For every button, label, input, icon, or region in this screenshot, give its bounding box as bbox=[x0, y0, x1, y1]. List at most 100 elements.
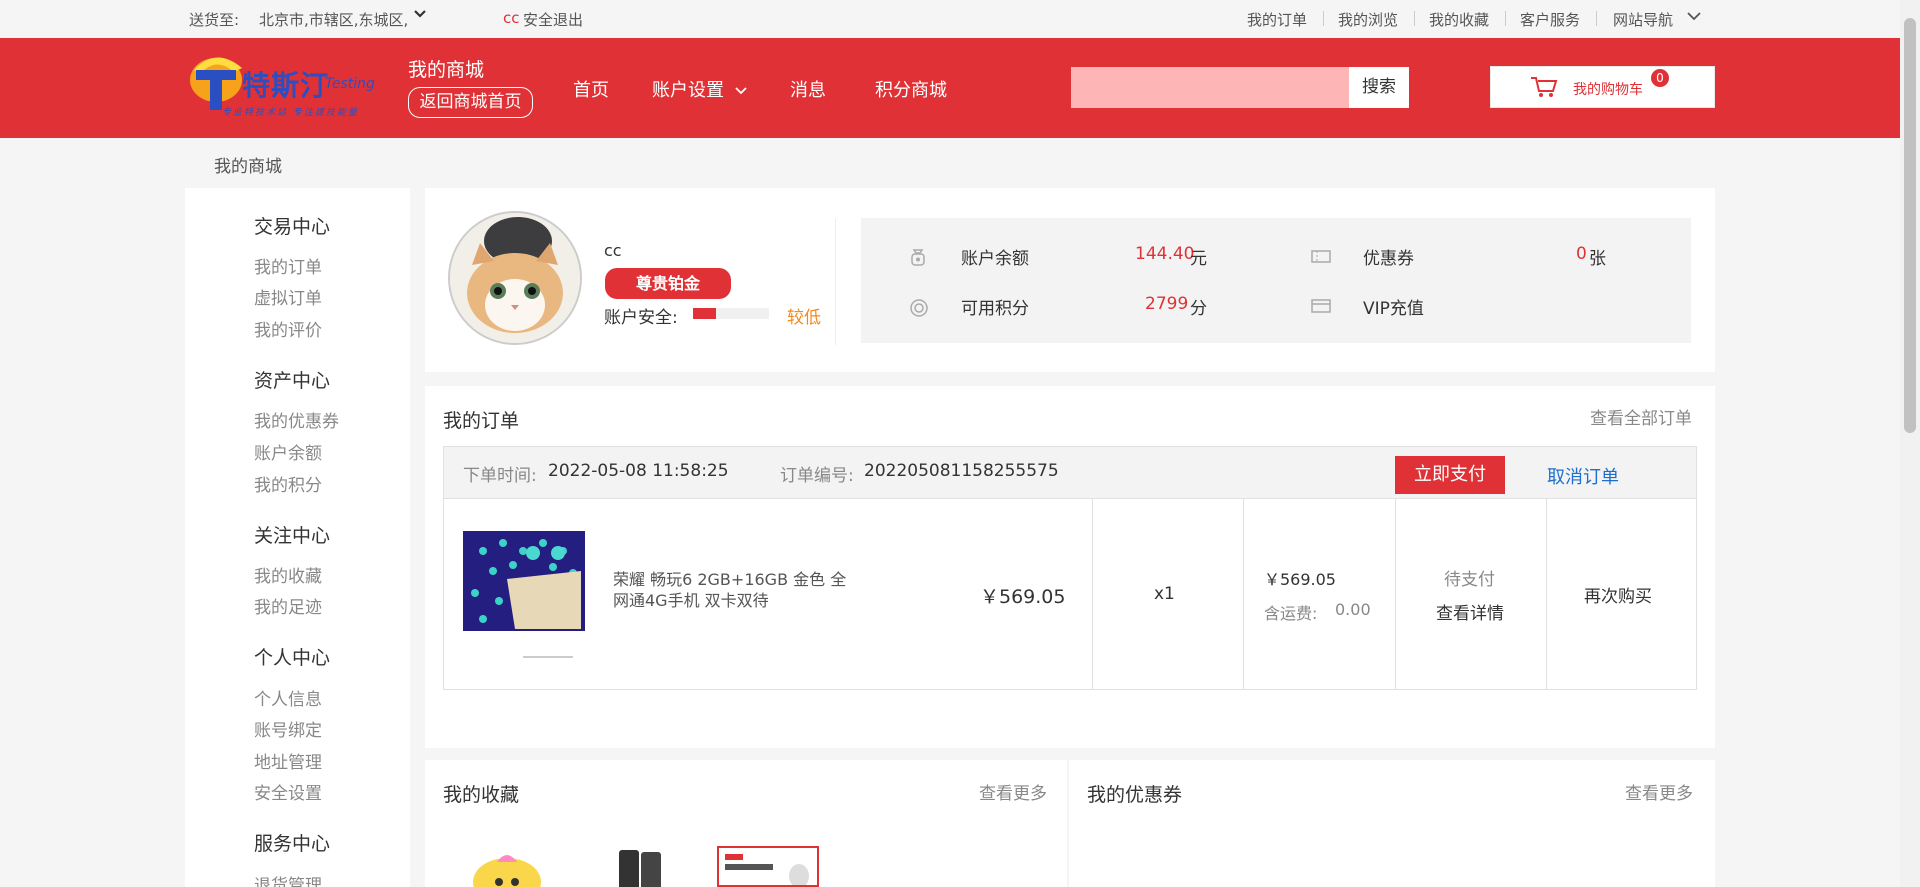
sidebar-item-my-favorites[interactable]: 我的收藏 bbox=[254, 562, 322, 587]
coupon-icon bbox=[1311, 248, 1331, 268]
coupons-more-link[interactable]: 查看更多 bbox=[1625, 779, 1693, 804]
sidebar-item-my-points[interactable]: 我的积分 bbox=[254, 471, 322, 496]
top-link-customer-service[interactable]: 客户服务 bbox=[1520, 9, 1580, 30]
unit-price: ￥569.05 bbox=[980, 586, 1066, 608]
wallet-icon bbox=[909, 247, 927, 271]
sidebar-item-my-coupons[interactable]: 我的优惠券 bbox=[254, 407, 339, 432]
product-image[interactable] bbox=[463, 531, 585, 661]
cart-count-badge: 0 bbox=[1651, 69, 1669, 87]
balance-value[interactable]: 144.40 bbox=[1135, 244, 1194, 264]
buy-again-link[interactable]: 再次购买 bbox=[1584, 582, 1652, 607]
sidebar-section-title: 资产中心 bbox=[254, 370, 331, 392]
quantity: x1 bbox=[1154, 584, 1175, 604]
sidebar-item-account-balance[interactable]: 账户余额 bbox=[254, 439, 322, 464]
cart-icon bbox=[1530, 75, 1558, 103]
security-progress-fill bbox=[693, 308, 716, 319]
balance-label: 账户余额 bbox=[961, 249, 1029, 269]
sidebar-section-title: 服务中心 bbox=[254, 833, 331, 855]
security-label: 账户安全: bbox=[604, 308, 678, 328]
logo-text: 特斯汀 bbox=[242, 69, 330, 102]
order-time-label: 下单时间: bbox=[463, 466, 537, 486]
points-icon bbox=[909, 298, 929, 322]
orders-title: 我的订单 bbox=[443, 410, 520, 432]
chevron-down-icon[interactable] bbox=[413, 7, 427, 25]
coupons-panel: 我的优惠券 查看更多 bbox=[1069, 760, 1715, 887]
site-logo[interactable]: 特斯汀 Testing 专业特技术站 专注建技能量 bbox=[186, 50, 386, 122]
order-header-row: 下单时间: 2022-05-08 11:58:25 订单编号: 20220508… bbox=[443, 446, 1697, 499]
shipping-label: 含运费: bbox=[1264, 604, 1318, 623]
top-link-my-browse[interactable]: 我的浏览 bbox=[1338, 9, 1398, 30]
my-mall-title: 我的商城 bbox=[408, 59, 485, 81]
coupons-title: 我的优惠券 bbox=[1087, 784, 1183, 806]
cart-button[interactable]: 我的购物车 0 bbox=[1490, 66, 1715, 108]
avatar[interactable] bbox=[448, 211, 582, 345]
nav-points-mall[interactable]: 积分商城 bbox=[875, 76, 947, 102]
coupon-label: 优惠券 bbox=[1363, 249, 1414, 269]
order-no-label: 订单编号: bbox=[780, 466, 854, 486]
breadcrumb: 我的商城 bbox=[214, 157, 282, 177]
security-level: 较低 bbox=[787, 308, 821, 328]
sidebar-item-my-footprints[interactable]: 我的足迹 bbox=[254, 593, 322, 618]
favorites-more-link[interactable]: 查看更多 bbox=[979, 779, 1047, 804]
chevron-down-icon[interactable] bbox=[1686, 9, 1702, 27]
back-home-button[interactable]: 返回商城首页 bbox=[408, 87, 533, 118]
order-item-row: 荣耀 畅玩6 2GB+16GB 金色 全 网通4G手机 双卡双待 ￥569.05… bbox=[443, 498, 1697, 690]
favorite-item-thumbnail[interactable] bbox=[717, 846, 819, 887]
shipping-value: 0.00 bbox=[1335, 600, 1371, 619]
sidebar-item-my-orders[interactable]: 我的订单 bbox=[254, 253, 322, 278]
card-icon bbox=[1311, 298, 1331, 318]
logo-slogan: 专业特技术站 专注建技能量 bbox=[222, 108, 359, 118]
favorites-title: 我的收藏 bbox=[443, 784, 520, 806]
scrollbar-thumb[interactable] bbox=[1904, 18, 1916, 433]
nav-home[interactable]: 首页 bbox=[573, 76, 609, 102]
sidebar-item-address-management[interactable]: 地址管理 bbox=[254, 748, 322, 773]
nav-account-settings[interactable]: 账户设置 bbox=[652, 76, 724, 102]
order-time: 2022-05-08 11:58:25 bbox=[548, 461, 729, 481]
logo-sub: Testing bbox=[325, 76, 375, 92]
sidebar-item-returns[interactable]: 退货管理 bbox=[254, 871, 322, 887]
nav-messages[interactable]: 消息 bbox=[790, 76, 826, 102]
points-label: 可用积分 bbox=[961, 299, 1029, 319]
product-name-line2[interactable]: 网通4G手机 双卡双待 bbox=[613, 587, 769, 611]
logout-link[interactable]: 安全退出 bbox=[523, 9, 583, 30]
sidebar-item-account-binding[interactable]: 账号绑定 bbox=[254, 716, 322, 741]
sidebar-item-security-settings[interactable]: 安全设置 bbox=[254, 779, 322, 804]
order-status: 待支付 bbox=[1444, 570, 1495, 590]
order-number: 202205081158255575 bbox=[864, 461, 1059, 481]
points-unit: 分 bbox=[1190, 299, 1207, 319]
view-detail-link[interactable]: 查看详情 bbox=[1436, 599, 1504, 624]
points-value[interactable]: 2799 bbox=[1145, 294, 1188, 314]
location-selector[interactable]: 北京市,市辖区,东城区, bbox=[259, 9, 408, 30]
favorites-panel: 我的收藏 查看更多 bbox=[425, 760, 1067, 887]
account-stats-box: 账户余额 144.40 元 优惠券 0 张 可用积分 2799 分 VIP充值 bbox=[861, 218, 1691, 343]
favorite-item-thumbnail[interactable] bbox=[457, 848, 557, 887]
pay-now-button[interactable]: 立即支付 bbox=[1395, 456, 1505, 494]
sidebar-item-virtual-orders[interactable]: 虚拟订单 bbox=[254, 284, 322, 309]
security-progress-bar bbox=[693, 308, 769, 319]
scrollbar-track[interactable] bbox=[1900, 0, 1920, 887]
deliver-label: 送货至: bbox=[189, 11, 240, 29]
order-total: ￥569.05 bbox=[1264, 570, 1336, 589]
member-level-badge: 尊贵铂金 bbox=[605, 268, 731, 299]
sidebar-section-title: 交易中心 bbox=[254, 216, 331, 238]
cancel-order-link[interactable]: 取消订单 bbox=[1547, 463, 1619, 489]
coupon-value[interactable]: 0 bbox=[1576, 244, 1587, 264]
view-all-orders-link[interactable]: 查看全部订单 bbox=[1590, 404, 1692, 429]
cart-label: 我的购物车 bbox=[1573, 82, 1643, 98]
orders-panel: 我的订单 查看全部订单 下单时间: 2022-05-08 11:58:25 订单… bbox=[425, 386, 1715, 748]
sidebar-section-title: 个人中心 bbox=[254, 647, 331, 669]
top-link-my-orders[interactable]: 我的订单 bbox=[1247, 9, 1307, 30]
profile-username: cc bbox=[604, 241, 622, 260]
username-link[interactable]: cc bbox=[503, 9, 520, 27]
sidebar-item-my-reviews[interactable]: 我的评价 bbox=[254, 316, 322, 341]
coupon-unit: 张 bbox=[1589, 249, 1606, 269]
sidebar-section-title: 关注中心 bbox=[254, 525, 331, 547]
favorite-item-thumbnail[interactable] bbox=[595, 846, 685, 887]
sidebar-item-personal-info[interactable]: 个人信息 bbox=[254, 685, 322, 710]
chevron-down-icon[interactable] bbox=[734, 82, 748, 101]
search-input[interactable] bbox=[1071, 67, 1349, 108]
top-link-my-favorites[interactable]: 我的收藏 bbox=[1429, 9, 1489, 30]
top-link-site-nav[interactable]: 网站导航 bbox=[1613, 9, 1673, 30]
search-button[interactable]: 搜索 bbox=[1349, 67, 1409, 108]
vip-recharge-link[interactable]: VIP充值 bbox=[1363, 294, 1424, 319]
